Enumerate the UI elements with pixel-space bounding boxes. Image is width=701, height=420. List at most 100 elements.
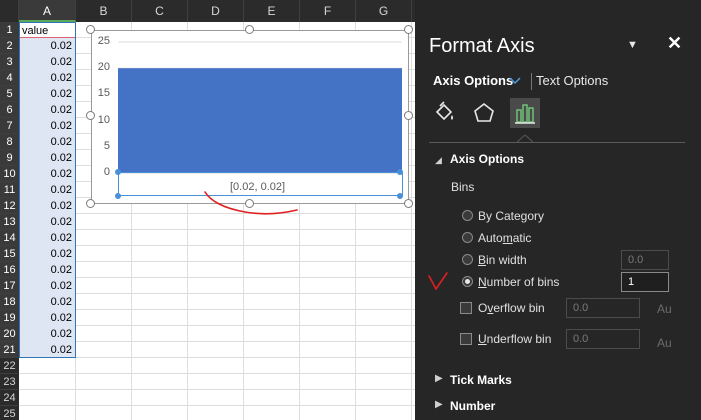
cell-value[interactable]: 0.02: [19, 326, 75, 342]
grid-line: [19, 277, 415, 278]
cell-value[interactable]: 0.02: [19, 310, 75, 326]
cell-value[interactable]: 0.02: [19, 150, 75, 166]
row-header[interactable]: 24: [0, 390, 19, 406]
row-header[interactable]: 15: [0, 246, 19, 262]
bin-width-input[interactable]: 0.0: [621, 250, 669, 270]
column-header-e[interactable]: E: [244, 0, 300, 22]
row-header[interactable]: 14: [0, 230, 19, 246]
label-bin-width[interactable]: Bin width: [478, 253, 527, 267]
pane-options-dropdown-icon[interactable]: ▼: [627, 39, 638, 51]
column-header-f[interactable]: F: [300, 0, 356, 22]
expand-triangle-icon[interactable]: ▶: [435, 373, 443, 384]
cell-value[interactable]: 0.02: [19, 38, 75, 54]
axis-handle[interactable]: [397, 193, 403, 199]
effects-tab[interactable]: [469, 98, 499, 128]
row-header[interactable]: 23: [0, 374, 19, 390]
axis-handle[interactable]: [397, 169, 403, 175]
row-header[interactable]: 18: [0, 294, 19, 310]
label-underflow-bin[interactable]: Underflow bin: [478, 332, 551, 346]
row-header[interactable]: 12: [0, 198, 19, 214]
row-header[interactable]: 1: [0, 22, 19, 38]
select-all-corner[interactable]: [0, 0, 19, 22]
chart-resize-handle[interactable]: [86, 199, 95, 208]
row-header[interactable]: 6: [0, 102, 19, 118]
close-icon[interactable]: ✕: [667, 33, 682, 54]
row-header[interactable]: 4: [0, 70, 19, 86]
chart-resize-handle[interactable]: [404, 25, 413, 34]
section-number[interactable]: Number: [450, 399, 495, 413]
row-header[interactable]: 22: [0, 358, 19, 374]
radio-bin-width[interactable]: [462, 254, 473, 265]
cell-value[interactable]: 0.02: [19, 214, 75, 230]
row-header[interactable]: 10: [0, 166, 19, 182]
axis-handle[interactable]: [115, 193, 121, 199]
row-header[interactable]: 3: [0, 54, 19, 70]
column-header-b[interactable]: B: [76, 0, 132, 22]
chart-resize-handle[interactable]: [404, 111, 413, 120]
checkbox-overflow-bin[interactable]: [460, 302, 472, 314]
fill-line-tab[interactable]: [429, 98, 459, 128]
row-header[interactable]: 19: [0, 310, 19, 326]
radio-automatic[interactable]: [462, 232, 473, 243]
tab-axis-options[interactable]: Axis Options: [433, 73, 513, 88]
tab-text-options[interactable]: Text Options: [536, 73, 608, 88]
cell-value[interactable]: 0.02: [19, 54, 75, 70]
column-header-d[interactable]: D: [188, 0, 244, 22]
row-header[interactable]: 13: [0, 214, 19, 230]
cell-value[interactable]: 0.02: [19, 278, 75, 294]
cell-a1[interactable]: value: [19, 22, 76, 38]
row-header[interactable]: 9: [0, 150, 19, 166]
row-header[interactable]: 8: [0, 134, 19, 150]
chart-resize-handle[interactable]: [404, 199, 413, 208]
cell-value[interactable]: 0.02: [19, 342, 75, 358]
axis-handle[interactable]: [115, 169, 121, 175]
radio-by-category[interactable]: [462, 210, 473, 221]
cell-value[interactable]: 0.02: [19, 102, 75, 118]
underflow-bin-input[interactable]: 0.0: [566, 329, 640, 349]
chevron-down-icon[interactable]: [509, 75, 521, 87]
spreadsheet-grid[interactable]: ABCDEFGHIJKL 123456789101112131415161718…: [0, 0, 415, 420]
row-header[interactable]: 11: [0, 182, 19, 198]
chart-resize-handle[interactable]: [245, 25, 254, 34]
cell-value[interactable]: 0.02: [19, 166, 75, 182]
row-header[interactable]: 25: [0, 406, 19, 420]
histogram-chart[interactable]: 25 20 15 10 5 0 [0.02, 0.02]: [91, 30, 409, 204]
row-header[interactable]: 2: [0, 38, 19, 54]
checkbox-underflow-bin[interactable]: [460, 333, 472, 345]
chart-resize-handle[interactable]: [245, 199, 254, 208]
chart-resize-handle[interactable]: [86, 111, 95, 120]
expand-triangle-icon[interactable]: ▶: [435, 399, 443, 410]
row-header[interactable]: 7: [0, 118, 19, 134]
column-header-c[interactable]: C: [132, 0, 188, 22]
column-header-g[interactable]: G: [356, 0, 412, 22]
collapse-triangle-icon[interactable]: ◢: [435, 155, 442, 166]
section-axis-options[interactable]: Axis Options: [450, 152, 524, 166]
cell-value[interactable]: 0.02: [19, 118, 75, 134]
cell-value[interactable]: 0.02: [19, 294, 75, 310]
column-header-a[interactable]: A: [19, 0, 76, 22]
row-header[interactable]: 16: [0, 262, 19, 278]
label-by-category[interactable]: By Category: [478, 209, 544, 223]
row-header[interactable]: 20: [0, 326, 19, 342]
cell-value[interactable]: 0.02: [19, 70, 75, 86]
cell-value[interactable]: 0.02: [19, 134, 75, 150]
section-tick-marks[interactable]: Tick Marks: [450, 373, 512, 387]
row-header[interactable]: 5: [0, 86, 19, 102]
row-header[interactable]: 21: [0, 342, 19, 358]
label-number-of-bins[interactable]: Number of bins: [478, 275, 559, 289]
label-overflow-bin[interactable]: Overflow bin: [478, 301, 545, 315]
row-header[interactable]: 17: [0, 278, 19, 294]
cell-value[interactable]: 0.02: [19, 198, 75, 214]
histogram-bar[interactable]: [118, 68, 402, 173]
cell-value[interactable]: 0.02: [19, 86, 75, 102]
cell-value[interactable]: 0.02: [19, 246, 75, 262]
overflow-bin-input[interactable]: 0.0: [566, 298, 640, 318]
radio-number-of-bins[interactable]: [462, 276, 473, 287]
cell-value[interactable]: 0.02: [19, 230, 75, 246]
chart-resize-handle[interactable]: [86, 25, 95, 34]
cell-value[interactable]: 0.02: [19, 262, 75, 278]
number-of-bins-input[interactable]: 1: [621, 272, 669, 292]
label-automatic[interactable]: Automatic: [478, 231, 531, 245]
axis-options-tab[interactable]: [510, 98, 540, 128]
cell-value[interactable]: 0.02: [19, 182, 75, 198]
